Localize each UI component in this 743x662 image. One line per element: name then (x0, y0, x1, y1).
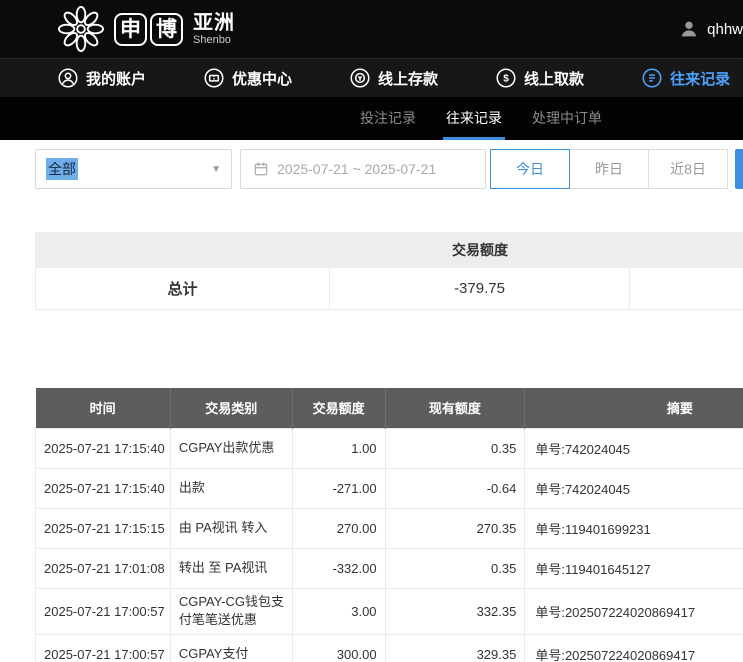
col-header-time: 时间 (36, 388, 171, 428)
nav-item-my-account[interactable]: 我的账户 (58, 68, 146, 89)
date-range-input[interactable]: 2025-07-21 ~ 2025-07-21 (240, 149, 486, 189)
cell-amount: -271.00 (292, 468, 385, 508)
records-table: 时间 交易类别 交易额度 现有额度 摘要 2025-07-21 17:15:40… (35, 388, 743, 662)
nav-item-records[interactable]: 往来记录 (642, 68, 730, 89)
nav-label: 线上存款 (378, 68, 438, 89)
cell-memo: 单号:202507224020869417 (525, 635, 743, 662)
type-select-value: 全部 (46, 158, 78, 180)
col-header-balance: 现有额度 (385, 388, 525, 428)
nav-item-promotions[interactable]: 优惠中心 (204, 68, 292, 89)
cell-memo: 单号:202507224020869417 (525, 588, 743, 635)
summary-empty-cell (630, 268, 743, 310)
summary-amount-header: 交易额度 (330, 240, 630, 260)
user-avatar-icon (678, 18, 700, 40)
table-row: 2025-07-21 17:00:57 CGPAY支付 300.00 329.3… (36, 635, 743, 662)
user-account-menu[interactable]: qhhw (678, 0, 743, 58)
brand-region: 亚洲 Shenbo (193, 13, 235, 46)
cell-amount: 270.00 (292, 508, 385, 548)
nav-item-deposit[interactable]: 线上存款 (350, 68, 438, 89)
yesterday-button[interactable]: 昨日 (569, 149, 649, 189)
nav-item-withdraw[interactable]: $ 线上取款 (496, 68, 584, 89)
cell-memo: 单号:742024045 (525, 468, 743, 508)
cell-balance: 270.35 (385, 508, 525, 548)
quick-date-buttons: 今日 昨日 近8日 (490, 149, 728, 189)
summary-header-row: 交易额度 (35, 232, 743, 268)
cell-memo: 单号:742024045 (525, 428, 743, 468)
cell-balance: 0.35 (385, 428, 525, 468)
username-label: qhhw (707, 21, 743, 38)
withdraw-icon: $ (496, 68, 516, 88)
cell-time: 2025-07-21 17:15:15 (36, 508, 171, 548)
cell-time: 2025-07-21 17:15:40 (36, 428, 171, 468)
cell-type: CGPAY出款优惠 (170, 428, 292, 468)
tab-processing-orders[interactable]: 处理中订单 (517, 97, 617, 140)
flower-logo-icon (58, 6, 104, 52)
table-row: 2025-07-21 17:01:08 转出 至 PA视讯 -332.00 0.… (36, 548, 743, 588)
deposit-icon (350, 68, 370, 88)
svg-text:$: $ (503, 74, 509, 85)
type-select[interactable]: 全部 ▼ (35, 149, 232, 189)
col-header-type: 交易类别 (170, 388, 292, 428)
today-button[interactable]: 今日 (490, 149, 570, 189)
records-icon (642, 68, 662, 88)
cell-amount: 300.00 (292, 635, 385, 662)
calendar-icon (253, 161, 269, 177)
page: 申 博 亚洲 Shenbo qhhw 我的账 (0, 0, 743, 662)
table-row: 2025-07-21 17:00:57 CGPAY-CG钱包支付笔笔送优惠 3.… (36, 588, 743, 635)
cell-memo: 单号:119401645127 (525, 548, 743, 588)
cell-time: 2025-07-21 17:01:08 (36, 548, 171, 588)
filter-bar: 全部 ▼ 2025-07-21 ~ 2025-07-21 今日 昨日 近8日 (0, 140, 743, 232)
cell-time: 2025-07-21 17:00:57 (36, 635, 171, 662)
cell-time: 2025-07-21 17:15:40 (36, 468, 171, 508)
table-row: 2025-07-21 17:15:40 出款 -271.00 -0.64 单号:… (36, 468, 743, 508)
coupon-icon (204, 68, 224, 88)
nav-label: 我的账户 (86, 68, 146, 89)
brand-char-1: 申 (114, 13, 147, 46)
summary-total-label: 总计 (35, 268, 330, 310)
sub-tabbar: 投注记录 往来记录 处理中订单 (0, 97, 743, 140)
nav-label: 线上取款 (524, 68, 584, 89)
date-range-value: 2025-07-21 ~ 2025-07-21 (277, 161, 436, 177)
cell-type: CGPAY支付 (170, 635, 292, 662)
col-header-amount: 交易额度 (292, 388, 385, 428)
summary-total-value: -379.75 (330, 268, 630, 310)
cell-type: 转出 至 PA视讯 (170, 548, 292, 588)
chevron-down-icon: ▼ (211, 164, 221, 175)
tab-betting-records[interactable]: 投注记录 (345, 97, 431, 140)
cell-balance: 329.35 (385, 635, 525, 662)
nav-label: 往来记录 (670, 68, 730, 89)
cell-amount: -332.00 (292, 548, 385, 588)
brand-region-cn: 亚洲 (193, 13, 235, 33)
last8days-button[interactable]: 近8日 (648, 149, 728, 189)
cell-type: 出款 (170, 468, 292, 508)
cell-balance: 332.35 (385, 588, 525, 635)
brand-char-2: 博 (150, 13, 183, 46)
cell-type: CGPAY-CG钱包支付笔笔送优惠 (170, 588, 292, 635)
top-header: 申 博 亚洲 Shenbo qhhw (0, 0, 743, 58)
records-header-row: 时间 交易类别 交易额度 现有额度 摘要 (36, 388, 743, 428)
summary-table: 交易额度 总计 -379.75 (35, 232, 743, 310)
cell-time: 2025-07-21 17:00:57 (36, 588, 171, 635)
col-header-memo: 摘要 (525, 388, 743, 428)
table-row: 2025-07-21 17:15:40 CGPAY出款优惠 1.00 0.35 … (36, 428, 743, 468)
search-button[interactable] (735, 149, 743, 189)
cell-balance: 0.35 (385, 548, 525, 588)
cell-amount: 3.00 (292, 588, 385, 635)
summary-total-row: 总计 -379.75 (35, 268, 743, 310)
brand-logo[interactable]: 申 博 (114, 13, 183, 46)
user-icon (58, 68, 78, 88)
nav-label: 优惠中心 (232, 68, 292, 89)
cell-memo: 单号:119401699231 (525, 508, 743, 548)
table-row: 2025-07-21 17:15:15 由 PA视讯 转入 270.00 270… (36, 508, 743, 548)
cell-type: 由 PA视讯 转入 (170, 508, 292, 548)
brand-region-en: Shenbo (193, 35, 235, 46)
tab-transaction-records[interactable]: 往来记录 (431, 97, 517, 140)
cell-amount: 1.00 (292, 428, 385, 468)
main-nav: 我的账户 优惠中心 线上存款 (0, 58, 743, 97)
cell-balance: -0.64 (385, 468, 525, 508)
